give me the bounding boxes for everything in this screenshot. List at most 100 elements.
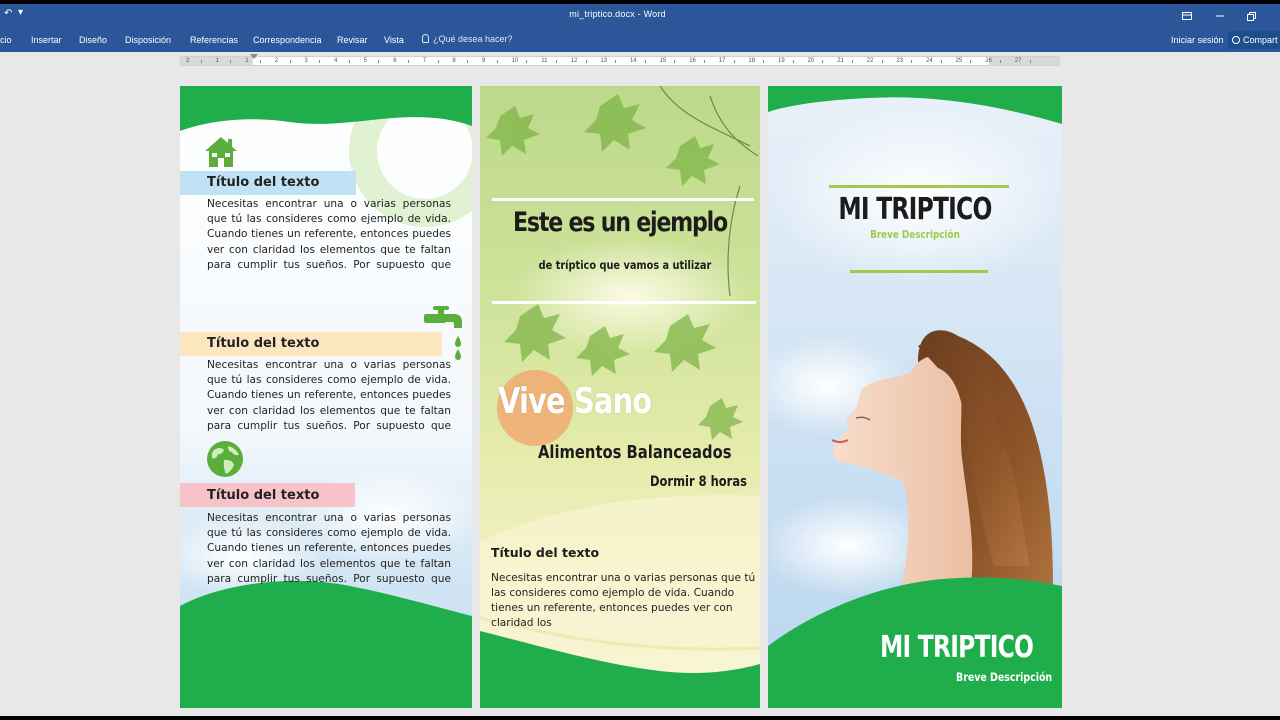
ruler-number: 22 [866,58,874,64]
ruler-number: 18 [748,58,756,64]
ruler-number: 25 [955,58,963,64]
ruler-tick [1000,60,1001,63]
title-bar: ↶ ▾ mi_triptico.docx - Word [0,4,1280,28]
ruler-tick [526,60,528,63]
panel-center: Este es un ejemplo de tríptico que vamos… [480,86,760,708]
section-body-3: Necesitas encontrar una o varias persona… [207,512,451,585]
ruler-tick [733,60,735,63]
ruler-number: 4 [334,58,338,64]
ruler-number: 27 [1014,58,1022,64]
ribbon-tabs: cio Insertar Diseño Disposición Referenc… [0,28,1280,52]
house-icon [205,137,237,167]
tab-inicio[interactable]: cio [0,35,12,45]
section-body-2: Necesitas encontrar una o varias persona… [207,359,451,432]
ruler-number: 23 [896,58,904,64]
footer-title: MI TRIPTICO [880,630,1034,665]
ruler-number: 24 [926,58,933,64]
sky-background [768,86,1062,708]
alimentos-text: Alimentos Balanceados [538,442,732,463]
section-body-1: Necesitas encontrar una o varias persona… [207,198,451,271]
ruler-tick [615,60,617,63]
center-heading: Este es un ejemplo [513,207,728,238]
ruler-number: 1 [215,58,219,64]
tab-correspondencia[interactable]: Correspondencia [253,35,322,45]
ruler-number: 9 [482,58,486,64]
share-button[interactable]: Compart [1228,31,1280,49]
tell-me-box[interactable]: ¿Qué desea hacer? [422,34,513,44]
ruler-tick [585,60,587,63]
ruler-number: 7 [422,58,427,64]
ruler-tick [230,60,232,63]
ruler-tick [348,60,350,63]
ruler-number: 8 [452,58,456,64]
panel-right: MI TRIPTICO Breve Descripción MI TRIPTIC… [768,86,1062,708]
ruler-number: 2 [186,58,190,64]
ruler-tick [467,60,469,63]
ruler-tick [408,60,409,63]
ruler-tick [822,60,824,63]
tab-insertar[interactable]: Insertar [31,35,62,45]
center-section-title: Título del texto [491,545,600,560]
minimize-icon[interactable] [1205,6,1235,26]
ruler-number: 15 [659,58,667,64]
ruler-tick [496,60,498,63]
sign-in-link[interactable]: Iniciar sesión [1171,35,1224,45]
ruler-tick [792,60,794,63]
center-subheading: de tríptico que vamos a utilizar [538,258,712,272]
person-icon [1232,36,1240,44]
ruler-number: 5 [363,58,367,64]
indent-marker[interactable] [250,54,258,68]
section-title-3: Título del texto [207,488,320,503]
ruler-tick [970,60,972,63]
ruler-tick [378,60,380,63]
ruler-tick [881,60,883,63]
ruler-tick [1029,60,1031,63]
ruler-tick [704,60,705,63]
ruler-number: 20 [807,58,815,64]
ruler-tick [289,60,291,63]
vive-sano-text: Vive Sano [498,381,652,422]
footer-subtitle: Breve Descripción [956,670,1053,684]
ruler-tick [260,60,261,63]
cover-subtitle: Breve Descripción [870,228,960,241]
word-window: ↶ ▾ mi_triptico.docx - Word cio Insertar… [0,4,1280,716]
tab-vista[interactable]: Vista [384,35,404,45]
dormir-text: Dormir 8 horas [650,474,747,490]
ruler-tick [911,60,913,63]
restore-icon[interactable] [1237,6,1267,26]
ruler-tick [940,60,942,63]
ruler-number: 6 [393,58,397,64]
ruler-number: 11 [541,58,548,64]
ruler-number: 2 [274,58,279,64]
ruler-number: 19 [778,58,785,64]
ruler-number: 26 [985,58,992,64]
center-section-body: Necesitas encontrar una o varias persona… [491,572,756,629]
ruler-tick [763,60,765,63]
lightbulb-icon [422,34,429,43]
ruler-number: 13 [600,58,608,64]
ruler-number: 1 [245,58,249,64]
section-title-1: Título del texto [207,175,320,190]
ruler-number: 12 [570,58,578,64]
panel-left: Título del texto Necesitas encontrar una… [180,86,472,708]
ruler-tick [852,60,853,63]
ruler-number: 16 [689,58,696,64]
ruler-number: 14 [630,58,637,64]
ruler-number: 17 [718,58,726,64]
tab-diseno[interactable]: Diseño [79,35,107,45]
tell-me-label: ¿Qué desea hacer? [433,34,513,44]
ruler-tick [319,60,321,63]
ruler-tick [200,60,202,63]
ruler-number: 21 [837,58,844,64]
cover-title: MI TRIPTICO [838,192,992,227]
tab-disposicion[interactable]: Disposición [125,35,171,45]
ribbon-display-options-icon[interactable] [1172,6,1202,26]
globe-icon [207,441,243,477]
tab-referencias[interactable]: Referencias [190,35,238,45]
document-title: mi_triptico.docx - Word [569,9,666,19]
horizontal-ruler[interactable]: 2 1 1 2 3 4 5 6 7 8 9 10 11 12 13 14 15 16 17 18 19 20 21 22 23 2… [180,56,1060,66]
share-label: Compart [1243,35,1278,45]
ruler-number: 3 [304,58,308,64]
tab-revisar[interactable]: Revisar [337,35,368,45]
section-title-2: Título del texto [207,336,320,351]
